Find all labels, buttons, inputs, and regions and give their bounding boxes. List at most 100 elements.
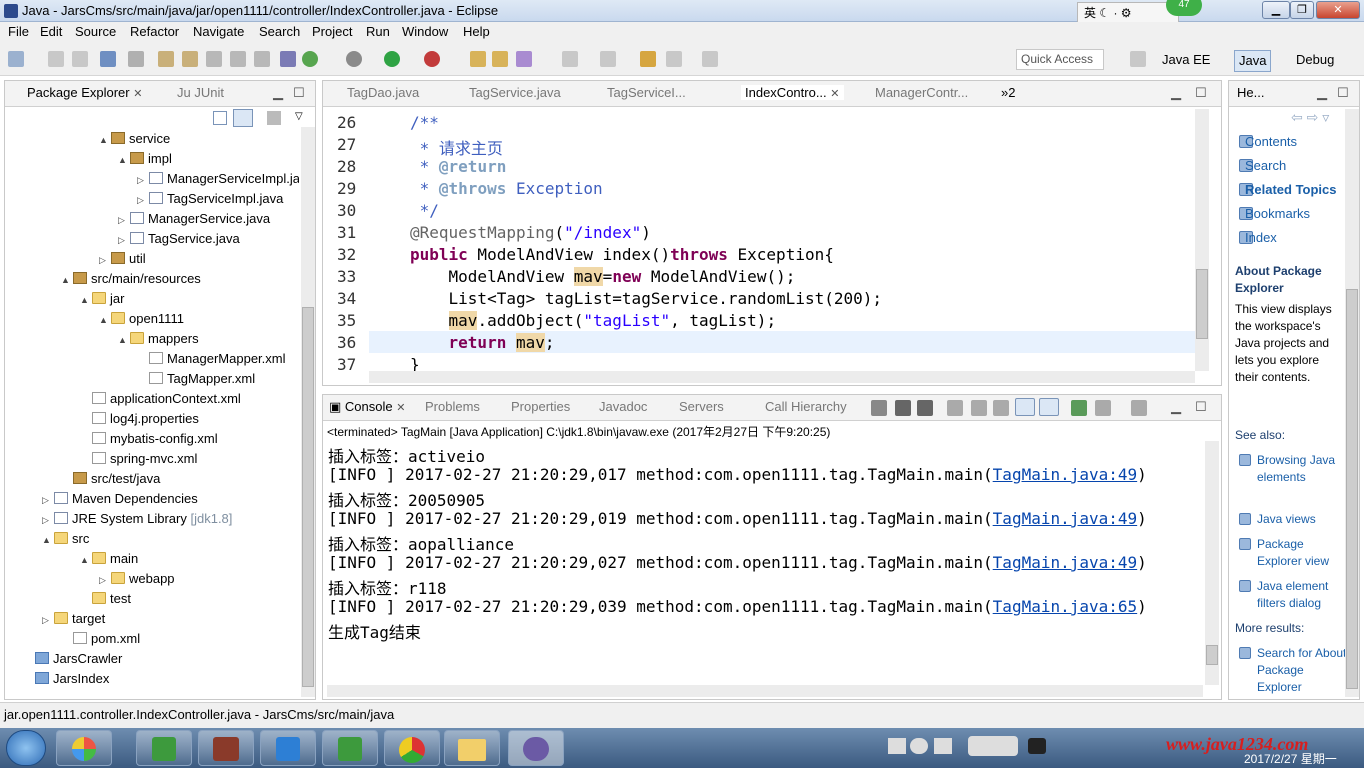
taskbar-single-icon[interactable] [198, 730, 254, 766]
tree-item[interactable]: ▷ ManagerServiceImpl.java [137, 169, 299, 189]
minimize-view-icon[interactable]: ▁ [1171, 85, 1181, 101]
tree-item[interactable]: ▷ webapp [99, 569, 175, 589]
help-link-package-explorer-view[interactable]: Package Explorer view [1257, 536, 1341, 570]
close-icon[interactable]: ✕ [396, 402, 405, 414]
display-console-icon[interactable] [1095, 400, 1111, 416]
tree-item[interactable]: ▲ service [99, 129, 170, 149]
tree-item[interactable]: ▲ main [80, 549, 138, 569]
tab-console[interactable]: ▣ Console ✕ [329, 399, 405, 415]
close-button[interactable]: ✕ [1316, 1, 1360, 19]
expand-icon[interactable]: ▷ [99, 250, 109, 270]
tree-item[interactable]: test [80, 589, 131, 609]
build-icon[interactable] [158, 51, 174, 67]
start-button[interactable] [6, 730, 46, 766]
back-icon[interactable] [666, 51, 682, 67]
tree-item[interactable]: ▷ TagServiceImpl.java [137, 189, 283, 209]
menu-search[interactable]: Search [259, 24, 300, 39]
show-on-error-icon[interactable] [1039, 398, 1059, 416]
pin-console-icon[interactable] [1071, 400, 1087, 416]
maximize-button[interactable]: ❐ [1290, 1, 1314, 19]
save-all-icon[interactable] [72, 51, 88, 67]
tab-managercontroller[interactable]: ManagerContr... [875, 85, 968, 100]
word-wrap-icon[interactable] [993, 400, 1009, 416]
refresh-icon[interactable] [302, 51, 318, 67]
menu-navigate[interactable]: Navigate [193, 24, 244, 39]
taskbar-eclipse-icon[interactable] [508, 730, 564, 766]
console-output[interactable]: 插入标签：activeio [INFO ] 2017-02-27 21:20:29… [323, 441, 1207, 685]
skip-breakpoints-icon[interactable] [128, 51, 144, 67]
minimize-view-icon[interactable]: ▁ [1171, 399, 1181, 415]
taskbar-chrome-icon[interactable] [384, 730, 440, 766]
tab-tagdao[interactable]: TagDao.java [347, 85, 419, 100]
help-scrollbar[interactable] [1345, 109, 1359, 697]
editor-vertical-scrollbar[interactable] [1195, 109, 1209, 371]
maximize-view-icon[interactable]: ☐ [1195, 85, 1207, 101]
help-nav-icons[interactable]: ⇦ ⇨ ▿ [1291, 109, 1329, 126]
menu-help[interactable]: Help [463, 24, 490, 39]
system-date[interactable]: 2017/2/27 星期一 [1244, 750, 1337, 767]
new-icon[interactable] [8, 51, 24, 67]
expand-icon[interactable]: ▷ [137, 170, 147, 190]
collapse-icon[interactable]: ▲ [99, 130, 109, 150]
tree-scrollbar[interactable] [301, 127, 315, 697]
tab-call-hierarchy[interactable]: Call Hierarchy [765, 399, 847, 414]
remove-all-icon[interactable] [917, 400, 933, 416]
tree-item[interactable]: ▷ JRE System Library [jdk1.8] [42, 509, 232, 529]
collapse-icon[interactable]: ▲ [118, 150, 128, 170]
console-scroll-thumb[interactable] [1206, 645, 1218, 665]
tab-problems[interactable]: Problems [425, 399, 480, 414]
collapse-icon[interactable]: ▲ [99, 310, 109, 330]
new-package-icon[interactable] [492, 51, 508, 67]
taskbar-camtasia-icon[interactable] [136, 730, 192, 766]
step-icon[interactable] [206, 51, 222, 67]
filter-icon[interactable] [267, 111, 281, 125]
collapse-icon[interactable]: ▲ [61, 270, 71, 290]
expand-icon[interactable]: ▷ [99, 570, 109, 590]
code-area[interactable]: /** * 请求主页 * @return * @throws Exception… [323, 111, 1199, 371]
annotation-icon[interactable] [640, 51, 656, 67]
tab-servers[interactable]: Servers [679, 399, 724, 414]
console-vertical-scrollbar[interactable] [1205, 441, 1219, 685]
collapse-icon[interactable]: ▲ [80, 290, 90, 310]
menu-source[interactable]: Source [75, 24, 116, 39]
tab-javadoc[interactable]: Javadoc [599, 399, 647, 414]
editor-scroll-thumb[interactable] [1196, 269, 1208, 339]
help-link-related-topics[interactable]: Related Topics [1245, 182, 1337, 197]
taskbar-explorer-icon[interactable] [444, 730, 500, 766]
build-all-icon[interactable] [182, 51, 198, 67]
tree-item[interactable]: ▲ jar [80, 289, 124, 309]
print-icon[interactable] [100, 51, 116, 67]
tree-item[interactable]: src/test/java [61, 469, 160, 489]
maximize-view-icon[interactable]: ☐ [1195, 399, 1207, 415]
expand-icon[interactable]: ▷ [42, 510, 52, 530]
tab-tagserviceimpl[interactable]: TagServiceI... [607, 85, 686, 100]
close-icon[interactable]: ✕ [133, 88, 142, 100]
help-scroll-thumb[interactable] [1346, 289, 1358, 689]
save-icon[interactable] [48, 51, 64, 67]
tree-item[interactable]: ▲ open1111 [99, 309, 184, 329]
tree-item[interactable]: applicationContext.xml [80, 389, 241, 409]
tree-item[interactable]: ▲ mappers [118, 329, 199, 349]
console-horizontal-scrollbar[interactable] [327, 685, 1203, 697]
help-link-search[interactable]: Search [1245, 158, 1286, 173]
taskbar-app-icon[interactable] [56, 730, 112, 766]
tree-item[interactable]: ManagerMapper.xml [137, 349, 286, 369]
menu-project[interactable]: Project [312, 24, 352, 39]
more-tabs-indicator[interactable]: »2 [1001, 85, 1015, 100]
help-link-java-views[interactable]: Java views [1257, 511, 1341, 528]
expand-icon[interactable]: ▷ [137, 190, 147, 210]
help-link-browsing[interactable]: Browsing Java elements [1257, 452, 1341, 486]
scroll-lock-icon[interactable] [971, 400, 987, 416]
menu-refactor[interactable]: Refactor [130, 24, 179, 39]
clear-console-icon[interactable] [947, 400, 963, 416]
source-link[interactable]: TagMain.java:49 [993, 553, 1138, 572]
maximize-view-icon[interactable]: ☐ [1337, 85, 1349, 101]
tab-tagservice[interactable]: TagService.java [469, 85, 561, 100]
expand-icon[interactable]: ▷ [42, 610, 52, 630]
tray-icon[interactable] [888, 738, 906, 754]
new-java-project-icon[interactable] [470, 51, 486, 67]
tree-item[interactable]: JarsCrawler [23, 649, 122, 669]
maximize-view-icon[interactable]: ☐ [293, 85, 305, 101]
perspective-debug[interactable]: Debug [1292, 50, 1338, 72]
taskbar-camtasia-recorder-icon[interactable] [322, 730, 378, 766]
